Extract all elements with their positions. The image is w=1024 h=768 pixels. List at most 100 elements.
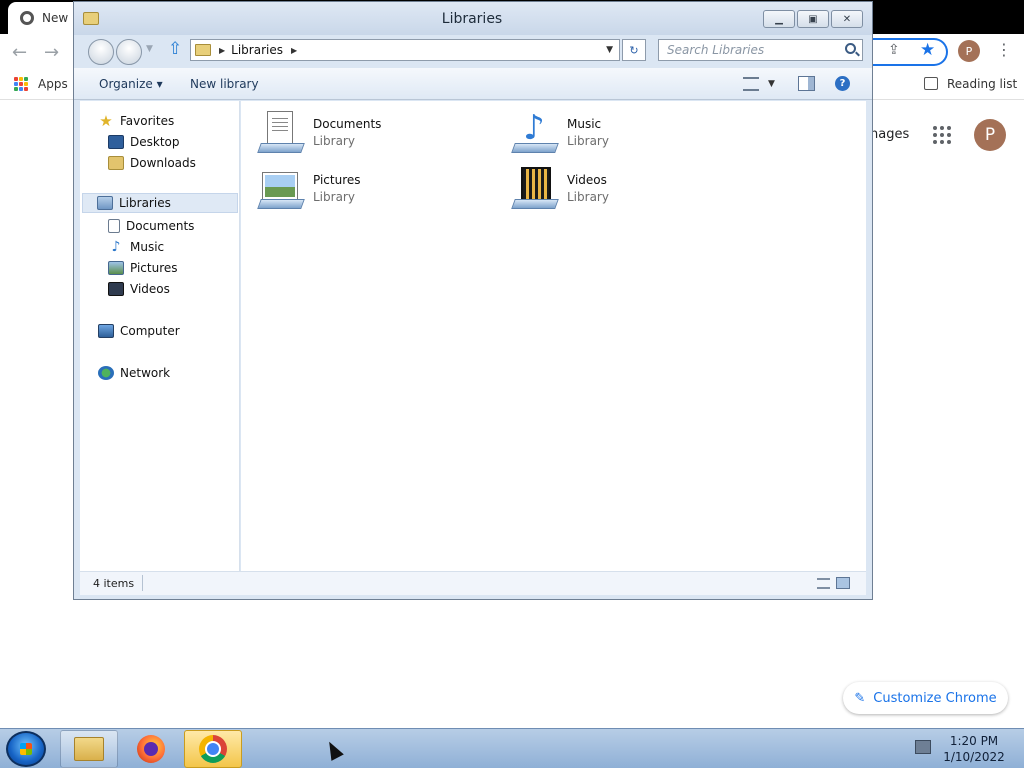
downloads-icon <box>108 156 124 170</box>
library-tile-music[interactable]: ♪ Music Library <box>511 107 731 157</box>
taskbar-windows-explorer[interactable] <box>60 730 118 768</box>
back-arrow-icon[interactable]: ← <box>12 42 27 63</box>
explorer-forward-button[interactable] <box>116 39 142 65</box>
apps-bookmark[interactable]: Apps <box>38 77 68 91</box>
preview-pane-icon[interactable] <box>798 76 815 91</box>
up-folder-icon[interactable]: ⇧ <box>168 39 182 59</box>
nav-favorites-label: Favorites <box>120 114 175 128</box>
videos-library-icon <box>511 163 559 211</box>
taskbar-clock[interactable]: 1:20 PM 1/10/2022 <box>940 733 1008 765</box>
organize-button[interactable]: Organize ▾ <box>99 77 163 91</box>
taskbar-firefox[interactable] <box>122 730 180 768</box>
reading-list-icon[interactable] <box>924 77 938 90</box>
nav-libraries[interactable]: Libraries <box>82 193 238 213</box>
nav-downloads[interactable]: Downloads <box>108 153 196 173</box>
nav-pictures-label: Pictures <box>130 261 178 275</box>
nav-documents[interactable]: Documents <box>108 216 194 236</box>
apps-grid-dot <box>24 87 28 91</box>
music-library-icon: ♪ <box>511 107 559 155</box>
help-icon[interactable]: ? <box>835 76 850 91</box>
clock-date: 1/10/2022 <box>943 750 1005 764</box>
nav-desktop[interactable]: Desktop <box>108 132 180 152</box>
documents-icon <box>108 219 120 233</box>
library-tile-pictures[interactable]: Pictures Library <box>257 163 477 213</box>
chrome-menu-icon[interactable]: ⋮ <box>996 40 1012 59</box>
apps-grid-dot <box>24 82 28 86</box>
search-icon[interactable] <box>845 43 856 54</box>
taskbar-google-chrome[interactable] <box>184 730 242 768</box>
close-button[interactable]: ✕ <box>831 10 863 28</box>
videos-filmstrip-icon <box>108 282 124 296</box>
profile-avatar-large[interactable]: P <box>974 119 1006 151</box>
nav-documents-label: Documents <box>126 219 195 233</box>
network-icon <box>98 366 114 380</box>
action-center-icon[interactable] <box>915 740 931 754</box>
change-view-icon[interactable] <box>743 77 759 91</box>
nav-favorites[interactable]: ★ Favorites <box>98 111 174 131</box>
chrome-icon <box>199 735 227 763</box>
library-tile-documents[interactable]: Documents Library <box>257 107 477 157</box>
nav-pictures[interactable]: Pictures <box>108 258 178 278</box>
google-images-link[interactable]: nages <box>870 127 909 142</box>
favorites-star-icon: ★ <box>99 112 113 130</box>
maximize-button[interactable]: ▣ <box>797 10 829 28</box>
search-box[interactable] <box>658 39 863 61</box>
customize-chrome-button[interactable]: ✎ Customize Chrome <box>843 682 1008 714</box>
library-name: Documents <box>313 116 382 131</box>
computer-icon <box>98 324 114 338</box>
address-separator-icon[interactable]: ▶ <box>219 46 225 55</box>
library-type: Library <box>313 133 355 148</box>
minimize-button[interactable]: ▁ <box>763 10 795 28</box>
libraries-title-icon <box>83 12 99 25</box>
large-icons-view-icon[interactable] <box>836 577 850 589</box>
firefox-icon <box>137 735 165 763</box>
apps-grid-icon[interactable] <box>14 77 28 91</box>
music-note-icon: ♪ <box>111 239 121 255</box>
nav-videos-label: Videos <box>130 282 170 296</box>
library-type: Library <box>567 133 609 148</box>
pictures-library-icon <box>257 163 305 211</box>
explorer-back-button[interactable] <box>88 39 114 65</box>
address-bar[interactable]: ▶ Libraries ▶ ▼ <box>190 39 620 61</box>
status-bar: 4 items <box>80 571 866 595</box>
details-view-icon[interactable] <box>817 578 830 589</box>
nav-music[interactable]: ♪ Music <box>108 237 165 257</box>
apps-grid-dot <box>24 77 28 81</box>
start-button[interactable] <box>6 731 46 767</box>
forward-arrow-icon[interactable]: → <box>44 42 59 63</box>
share-icon[interactable]: ⇪ <box>888 42 900 58</box>
reading-list-button[interactable]: Reading list <box>947 77 1017 91</box>
pictures-icon <box>108 261 124 275</box>
profile-avatar-small[interactable]: P <box>958 40 980 62</box>
nav-music-label: Music <box>130 240 165 254</box>
nav-libraries-label: Libraries <box>119 196 171 210</box>
item-count: 4 items <box>93 577 135 590</box>
nav-computer[interactable]: Computer <box>98 321 180 341</box>
window-title: Libraries <box>441 11 503 27</box>
chrome-tab-favicon-icon <box>20 11 34 25</box>
apps-grid-dot <box>19 87 23 91</box>
bookmark-star-icon[interactable]: ★ <box>920 40 935 60</box>
documents-library-icon <box>257 107 305 155</box>
explorer-window: Libraries ▁ ▣ ✕ ▼ ⇧ ▶ Libraries ▶ ▼ ↻ Or… <box>73 1 873 600</box>
customize-chrome-label: Customize Chrome <box>873 690 997 706</box>
explorer-folder-icon <box>74 737 104 761</box>
library-name: Pictures <box>313 172 361 187</box>
google-apps-icon[interactable] <box>933 126 951 144</box>
library-tile-videos[interactable]: Videos Library <box>511 163 731 213</box>
view-options-dropdown-icon[interactable]: ▼ <box>768 79 775 89</box>
apps-grid-dot <box>14 82 18 86</box>
search-input[interactable] <box>667 43 837 57</box>
address-breadcrumb-libraries[interactable]: Libraries <box>231 43 283 57</box>
nav-computer-label: Computer <box>120 324 180 338</box>
omnibox[interactable] <box>866 38 948 66</box>
address-dropdown-icon[interactable]: ▼ <box>606 45 613 55</box>
new-library-button[interactable]: New library <box>190 77 259 91</box>
refresh-icon[interactable]: ↻ <box>622 39 646 61</box>
nav-network[interactable]: Network <box>98 363 170 383</box>
nav-videos[interactable]: Videos <box>108 279 170 299</box>
address-chevron-icon[interactable]: ▶ <box>291 46 297 55</box>
apps-grid-dot <box>19 82 23 86</box>
recent-pages-dropdown-icon[interactable]: ▼ <box>146 44 153 54</box>
library-name: Music <box>567 116 602 131</box>
